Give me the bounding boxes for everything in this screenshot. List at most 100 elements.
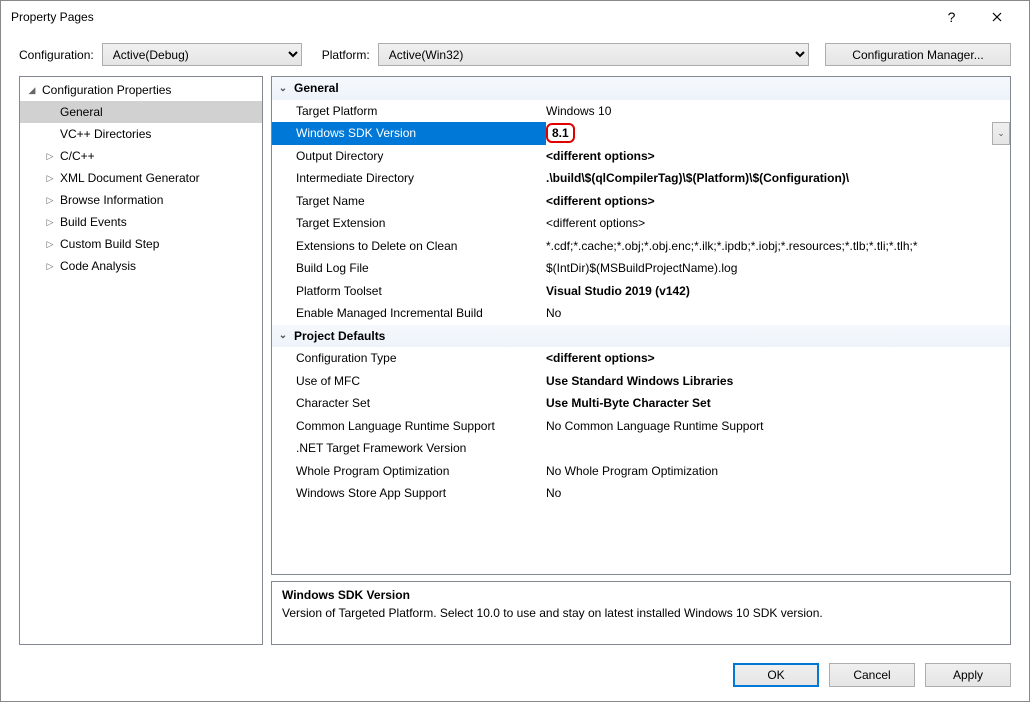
property-name: Windows Store App Support <box>294 486 546 500</box>
property-value[interactable]: .\build\$(qlCompilerTag)\$(Platform)\$(C… <box>546 171 1010 185</box>
property-value[interactable]: <different options> <box>546 194 1010 208</box>
collapse-icon: ⌄ <box>272 83 294 94</box>
property-row[interactable]: .NET Target Framework Version <box>272 437 1010 460</box>
platform-select[interactable]: Active(Win32) <box>378 43 809 66</box>
property-value[interactable]: Visual Studio 2019 (v142) <box>546 284 1010 298</box>
property-row[interactable]: Target PlatformWindows 10 <box>272 100 1010 123</box>
property-name: Intermediate Directory <box>294 171 546 185</box>
help-button[interactable]: ? <box>929 2 974 32</box>
property-row[interactable]: Common Language Runtime SupportNo Common… <box>272 415 1010 438</box>
dialog-buttons: OK Cancel Apply <box>1 653 1029 701</box>
close-button[interactable] <box>974 2 1019 32</box>
tree-item-browse[interactable]: ▷ Browse Information <box>20 189 262 211</box>
property-name: Target Platform <box>294 104 546 118</box>
tree-root-label: Configuration Properties <box>42 83 171 97</box>
configuration-manager-button[interactable]: Configuration Manager... <box>825 43 1011 66</box>
section-title: General <box>294 81 546 95</box>
property-row[interactable]: Whole Program OptimizationNo Whole Progr… <box>272 460 1010 483</box>
expand-icon: ▷ <box>44 151 56 162</box>
property-value[interactable]: Windows 10 <box>546 104 1010 118</box>
tree-item-label: Code Analysis <box>60 259 136 273</box>
property-name: Output Directory <box>294 149 546 163</box>
tree-item-label: VC++ Directories <box>60 127 151 141</box>
config-toolbar: Configuration: Active(Debug) Platform: A… <box>1 33 1029 76</box>
property-value[interactable]: 8.1 <box>546 122 992 145</box>
property-row[interactable]: Output Directory<different options> <box>272 145 1010 168</box>
property-name: Windows SDK Version <box>294 126 546 140</box>
tree-item-custombuild[interactable]: ▷ Custom Build Step <box>20 233 262 255</box>
configuration-label: Configuration: <box>19 48 94 62</box>
cancel-button[interactable]: Cancel <box>829 663 915 687</box>
property-name: Common Language Runtime Support <box>294 419 546 433</box>
property-name: Enable Managed Incremental Build <box>294 306 546 320</box>
property-name: Target Extension <box>294 216 546 230</box>
property-row[interactable]: Configuration Type<different options> <box>272 347 1010 370</box>
tree-item-label: C/C++ <box>60 149 95 163</box>
apply-button[interactable]: Apply <box>925 663 1011 687</box>
ok-button[interactable]: OK <box>733 663 819 687</box>
property-value[interactable]: Use Standard Windows Libraries <box>546 374 1010 388</box>
property-row[interactable]: Windows SDK Version8.1⌄ <box>272 122 1010 145</box>
section-header-defaults[interactable]: ⌄ Project Defaults <box>272 325 1010 348</box>
tree-item-codeanalysis[interactable]: ▷ Code Analysis <box>20 255 262 277</box>
tree-item-label: Custom Build Step <box>60 237 159 251</box>
property-name: Use of MFC <box>294 374 546 388</box>
property-row[interactable]: Use of MFCUse Standard Windows Libraries <box>272 370 1010 393</box>
tree-item-ccpp[interactable]: ▷ C/C++ <box>20 145 262 167</box>
collapse-icon: ◢ <box>26 85 38 96</box>
property-value[interactable]: *.cdf;*.cache;*.obj;*.obj.enc;*.ilk;*.ip… <box>546 239 1010 253</box>
configuration-select[interactable]: Active(Debug) <box>102 43 302 66</box>
property-row[interactable]: Target Extension<different options> <box>272 212 1010 235</box>
property-value[interactable]: <different options> <box>546 216 1010 230</box>
window-title: Property Pages <box>11 10 929 24</box>
property-pages-dialog: Property Pages ? Configuration: Active(D… <box>0 0 1030 702</box>
property-row[interactable]: Windows Store App SupportNo <box>272 482 1010 505</box>
description-text: Version of Targeted Platform. Select 10.… <box>282 606 1000 620</box>
property-value[interactable]: Use Multi-Byte Character Set <box>546 396 1010 410</box>
property-value[interactable]: No Common Language Runtime Support <box>546 419 1010 433</box>
expand-icon: ▷ <box>44 217 56 228</box>
tree-item-vcdirs[interactable]: VC++ Directories <box>20 123 262 145</box>
property-name: Character Set <box>294 396 546 410</box>
expand-icon: ▷ <box>44 261 56 272</box>
property-value[interactable]: <different options> <box>546 351 1010 365</box>
property-row[interactable]: Character SetUse Multi-Byte Character Se… <box>272 392 1010 415</box>
property-value[interactable]: No <box>546 306 1010 320</box>
property-name: .NET Target Framework Version <box>294 441 546 455</box>
right-pane: ⌄ General Target PlatformWindows 10Windo… <box>271 76 1011 645</box>
property-row[interactable]: Platform ToolsetVisual Studio 2019 (v142… <box>272 280 1010 303</box>
tree-item-buildevents[interactable]: ▷ Build Events <box>20 211 262 233</box>
property-value[interactable]: No <box>546 486 1010 500</box>
tree-item-label: General <box>60 105 103 119</box>
property-value[interactable]: $(IntDir)$(MSBuildProjectName).log <box>546 261 1010 275</box>
tree-item-general[interactable]: General <box>20 101 262 123</box>
property-row[interactable]: Extensions to Delete on Clean*.cdf;*.cac… <box>272 235 1010 258</box>
tree-item-xml[interactable]: ▷ XML Document Generator <box>20 167 262 189</box>
property-name: Configuration Type <box>294 351 546 365</box>
expand-icon: ▷ <box>44 239 56 250</box>
section-header-general[interactable]: ⌄ General <box>272 77 1010 100</box>
property-row[interactable]: Build Log File$(IntDir)$(MSBuildProjectN… <box>272 257 1010 280</box>
tree-item-label: XML Document Generator <box>60 171 200 185</box>
property-value[interactable]: No Whole Program Optimization <box>546 464 1010 478</box>
property-row[interactable]: Target Name<different options> <box>272 190 1010 213</box>
property-name: Extensions to Delete on Clean <box>294 239 546 253</box>
tree-root[interactable]: ◢ Configuration Properties <box>20 79 262 101</box>
description-title: Windows SDK Version <box>282 588 1000 602</box>
tree-item-label: Browse Information <box>60 193 163 207</box>
property-name: Whole Program Optimization <box>294 464 546 478</box>
property-grid[interactable]: ⌄ General Target PlatformWindows 10Windo… <box>271 76 1011 575</box>
dropdown-button[interactable]: ⌄ <box>992 122 1010 145</box>
property-row[interactable]: Enable Managed Incremental BuildNo <box>272 302 1010 325</box>
main-area: ◢ Configuration Properties General VC++ … <box>1 76 1029 653</box>
property-row[interactable]: Intermediate Directory.\build\$(qlCompil… <box>272 167 1010 190</box>
tree-pane[interactable]: ◢ Configuration Properties General VC++ … <box>19 76 263 645</box>
section-title: Project Defaults <box>294 329 546 343</box>
description-box: Windows SDK Version Version of Targeted … <box>271 581 1011 645</box>
tree-item-label: Build Events <box>60 215 127 229</box>
expand-icon: ▷ <box>44 173 56 184</box>
expand-icon: ▷ <box>44 195 56 206</box>
property-name: Build Log File <box>294 261 546 275</box>
close-icon <box>992 12 1002 22</box>
property-value[interactable]: <different options> <box>546 149 1010 163</box>
